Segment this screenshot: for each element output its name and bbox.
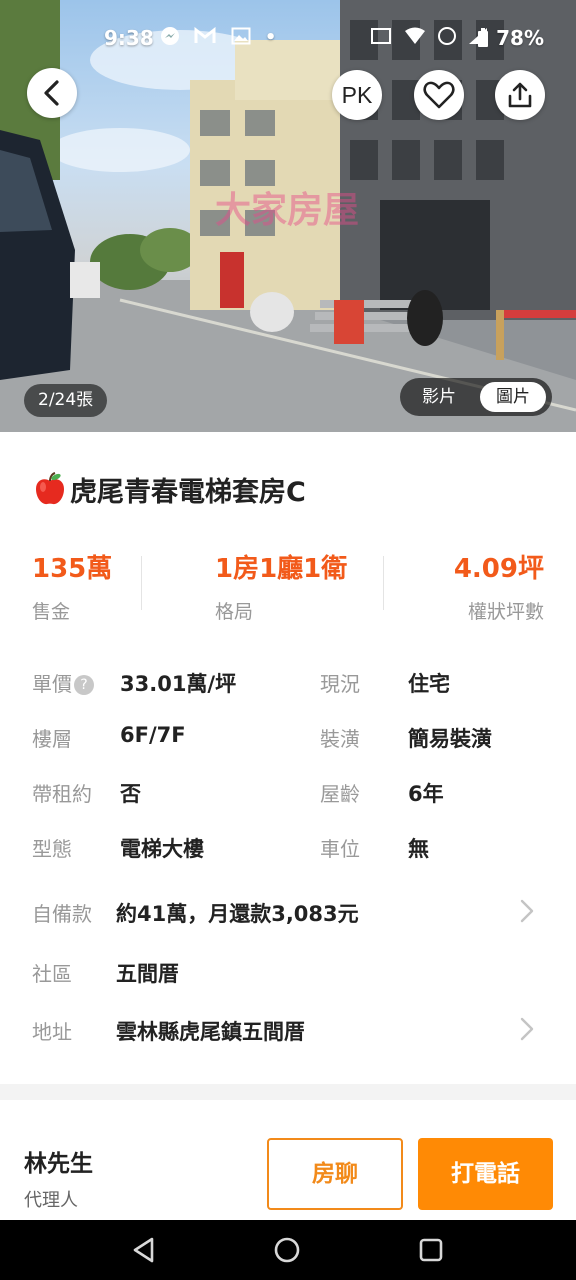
gallery-icon <box>231 27 251 45</box>
apple-icon <box>36 472 64 505</box>
action-bar: 林先生 代理人 房聊 打電話 <box>0 1128 576 1220</box>
notification-icons: • <box>160 26 284 48</box>
address-value: 雲林縣虎尾鎮五間厝 <box>116 1020 305 1044</box>
gmail-icon <box>194 26 216 43</box>
detail-key: 裝潢 <box>320 727 360 751</box>
detail-key: 現況 <box>320 672 360 696</box>
detail-decoration: 裝潢 簡易裝潢 <box>320 723 550 753</box>
detail-type: 型態 電梯大樓 <box>32 833 292 863</box>
share-icon <box>508 82 532 108</box>
section-divider <box>0 1084 576 1100</box>
agent-role: 代理人 <box>24 1190 78 1211</box>
detail-floor: 樓層 6F/7F <box>32 723 292 753</box>
street-photo-scene: 大家房屋 <box>0 0 576 432</box>
detail-value: 否 <box>120 782 141 806</box>
system-icons <box>370 26 488 48</box>
chat-button[interactable]: 房聊 <box>267 1138 403 1210</box>
agent-name: 林先生 <box>24 1151 93 1177</box>
stat-area-label: 權狀坪數 <box>467 601 544 623</box>
detail-key: 自備款 <box>32 902 92 926</box>
detail-value: 簡易裝潢 <box>408 727 492 751</box>
detail-value: 無 <box>408 837 429 861</box>
stat-price: 135萬 售金 <box>32 548 212 624</box>
detail-key: 地址 <box>32 1020 72 1044</box>
listing-title: 虎尾青春電梯套房C <box>32 470 306 509</box>
stat-divider <box>141 556 142 610</box>
detail-unit-price: 單價? 33.01萬/坪 <box>32 668 292 698</box>
battery-level: 78% <box>477 26 544 50</box>
messenger-icon <box>161 27 179 45</box>
address-row[interactable]: 地址 雲林縣虎尾鎮五間厝 <box>32 1016 552 1050</box>
photo-counter: 2/24張 <box>24 384 108 417</box>
battery-icon <box>478 28 489 47</box>
nav-home-icon[interactable] <box>271 1234 303 1266</box>
detail-key: 型態 <box>32 837 72 861</box>
chevron-left-icon <box>44 80 59 106</box>
detail-age: 屋齡 6年 <box>320 778 550 808</box>
tab-photo[interactable]: 圖片 <box>480 382 546 412</box>
down-payment-row[interactable]: 自備款 約41萬，月還款3,083元 <box>32 898 552 932</box>
detail-key: 屋齡 <box>320 782 360 806</box>
battery-text: 78% <box>496 26 544 50</box>
detail-key: 帶租約 <box>32 782 92 806</box>
heart-icon <box>423 81 455 109</box>
more-dot-icon: • <box>264 27 285 48</box>
stat-price-label: 售金 <box>32 601 71 623</box>
listing-title-text: 虎尾青春電梯套房C <box>70 477 306 508</box>
help-icon[interactable]: ? <box>74 675 94 695</box>
nav-recents-icon[interactable] <box>415 1234 447 1266</box>
community-row: 社區 五間厝 <box>32 958 552 988</box>
detail-status: 現況 住宅 <box>320 668 550 698</box>
stat-area-value: 4.09坪 <box>453 554 544 584</box>
pk-label: PK <box>341 81 373 108</box>
detail-key: 社區 <box>32 962 72 986</box>
system-nav-bar <box>0 1220 576 1280</box>
tab-video[interactable]: 影片 <box>406 382 472 412</box>
nav-back-icon[interactable] <box>128 1234 160 1266</box>
detail-parking: 車位 無 <box>320 833 550 863</box>
detail-value: 住宅 <box>408 672 450 696</box>
wifi-icon <box>404 27 425 44</box>
detail-value: 電梯大樓 <box>120 837 204 861</box>
community-value: 五間厝 <box>116 962 179 986</box>
listing-photo[interactable]: 大家房屋 9:38 • 78% PK 2/24張 影片 圖片 <box>0 0 576 432</box>
detail-key: 單價? <box>32 668 94 697</box>
cast-icon <box>371 28 391 44</box>
share-button[interactable] <box>495 70 545 120</box>
watermark-text: 大家房屋 <box>215 190 359 231</box>
detail-value: 6F/7F <box>120 723 186 747</box>
pk-compare-button[interactable]: PK <box>332 70 382 120</box>
chevron-right-icon <box>520 1017 534 1041</box>
stat-price-value: 135萬 <box>32 554 113 584</box>
detail-value: 6年 <box>408 782 444 806</box>
back-button[interactable] <box>27 68 77 118</box>
status-time: 9:38 <box>104 26 154 50</box>
media-toggle: 影片 圖片 <box>400 378 552 416</box>
favorite-button[interactable] <box>414 70 464 120</box>
down-payment-value: 約41萬，月還款3,083元 <box>116 902 359 926</box>
detail-lease: 帶租約 否 <box>32 778 292 808</box>
call-button[interactable]: 打電話 <box>418 1138 553 1210</box>
chevron-right-icon <box>520 899 534 923</box>
detail-key: 車位 <box>320 837 360 861</box>
lte-icon <box>437 27 456 45</box>
detail-value: 33.01萬/坪 <box>120 672 237 696</box>
status-bar: 9:38 • 78% <box>0 20 576 56</box>
stat-area: 4.09坪 權狀坪數 <box>364 548 544 624</box>
detail-key: 樓層 <box>32 727 72 751</box>
